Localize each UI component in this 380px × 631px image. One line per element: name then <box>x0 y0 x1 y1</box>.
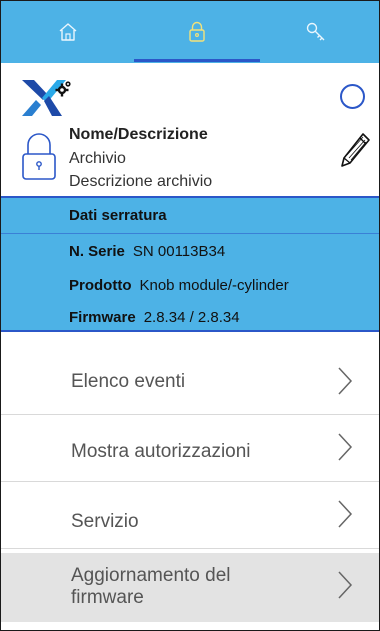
menu-item-label-line1: Aggiornamento del <box>71 565 231 586</box>
app-frame: Nome/Descrizione Archivio Descrizione ar… <box>0 0 380 631</box>
menu-item-label: Aggiornamento del firmware <box>71 565 231 609</box>
lock-archive-description: Descrizione archivio <box>69 173 213 190</box>
brand-logo <box>22 80 71 116</box>
lock-name: Nome/Descrizione <box>69 126 208 143</box>
menu-item-event-list[interactable]: Elenco eventi <box>1 348 379 415</box>
lock-archive: Archivio <box>69 150 126 167</box>
menu-item-authorizations[interactable]: Mostra autorizzazioni <box>1 415 379 482</box>
chevron-right-icon <box>338 433 353 461</box>
lock-data-title: Dati serratura <box>69 207 167 224</box>
product-row: Prodotto Knob module/-cylinder <box>69 277 289 294</box>
tab-bar <box>1 1 379 63</box>
product-value: Knob module/-cylinder <box>139 277 289 294</box>
menu-item-label: Servizio <box>71 511 139 532</box>
lock-icon <box>189 21 205 42</box>
padlock-icon <box>22 133 56 180</box>
product-label: Prodotto <box>69 277 132 294</box>
tab-key[interactable] <box>253 1 379 63</box>
chevron-right-icon <box>338 500 353 528</box>
pencil-icon[interactable] <box>339 131 371 169</box>
chevron-right-icon <box>338 367 353 395</box>
menu-item-label-line2: firmware <box>71 587 144 608</box>
serial-label: N. Serie <box>69 243 125 260</box>
lock-data-panel: Dati serratura N. Serie SN 00113B34 Prodo… <box>1 196 379 332</box>
serial-row: N. Serie SN 00113B34 <box>69 243 225 260</box>
firmware-value: 2.8.34 / 2.8.34 <box>143 309 240 326</box>
menu-item-label: Mostra autorizzazioni <box>71 441 251 462</box>
tab-lock[interactable] <box>134 1 260 63</box>
firmware-label: Firmware <box>69 309 136 326</box>
menu-item-service[interactable]: Servizio <box>1 482 379 549</box>
active-tab-indicator <box>134 59 260 62</box>
divider <box>1 233 379 234</box>
serial-value: SN 00113B34 <box>132 243 226 260</box>
tab-home[interactable] <box>5 1 131 63</box>
firmware-row: Firmware 2.8.34 / 2.8.34 <box>69 309 240 326</box>
status-circle-icon[interactable] <box>340 84 365 109</box>
chevron-right-icon <box>338 571 353 599</box>
home-icon <box>59 23 77 41</box>
menu-item-firmware-update[interactable]: Aggiornamento del firmware <box>1 553 379 622</box>
menu-item-label: Elenco eventi <box>71 371 186 392</box>
key-icon <box>306 22 325 41</box>
